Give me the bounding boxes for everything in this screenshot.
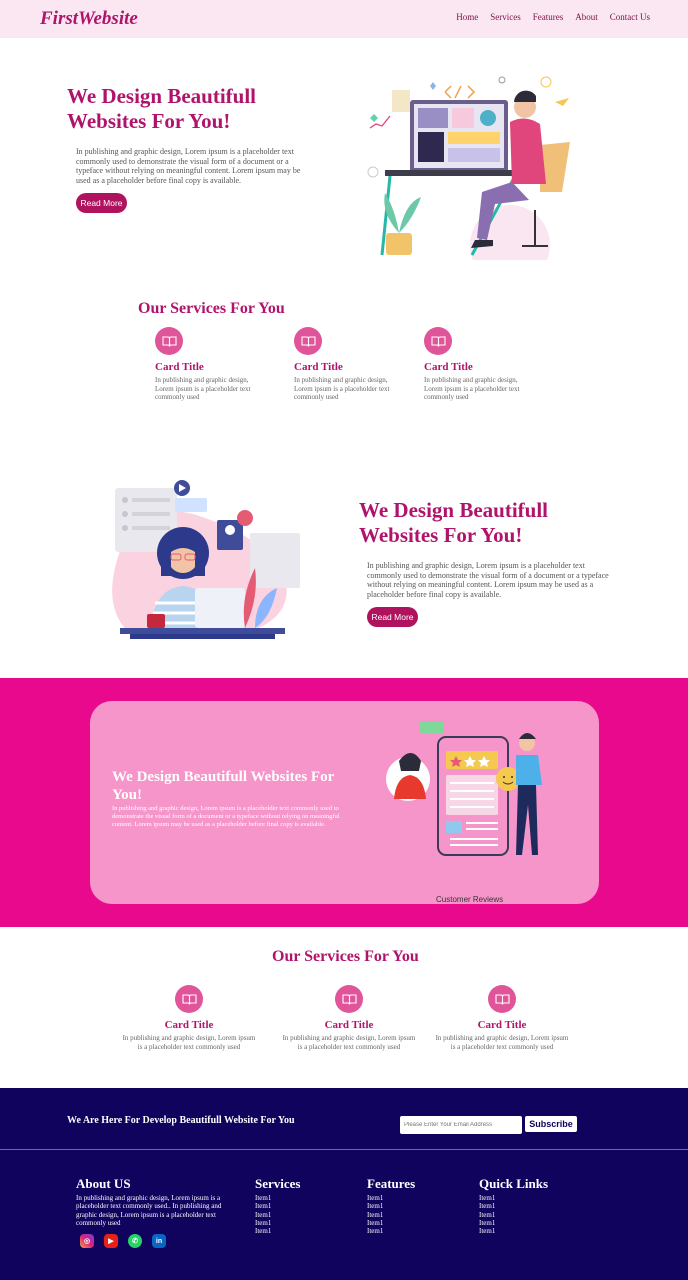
subscribe-band: We Are Here For Develop Beautifull Websi…	[0, 1088, 688, 1149]
footer-link[interactable]: Item1	[479, 1219, 548, 1227]
service-card: Card Title In publishing and graphic des…	[282, 985, 416, 1051]
card-title: Card Title	[164, 1019, 214, 1031]
hero-title: We Design Beautifull Websites For You!	[67, 84, 257, 133]
footer-features-title: Features	[367, 1176, 416, 1191]
card-text: In publishing and graphic design, Lorem …	[435, 1034, 569, 1051]
nav-features[interactable]: Features	[533, 12, 564, 22]
footer-link[interactable]: Item1	[367, 1202, 415, 1210]
subscribe-heading: We Are Here For Develop Beautifull Websi…	[67, 1115, 295, 1126]
footer-features: Features Item1 Item1 Item1 Item1 Item1	[367, 1176, 415, 1235]
card-text: In publishing and graphic design, Lorem …	[294, 376, 390, 401]
instagram-icon[interactable]: ◎	[80, 1234, 94, 1248]
footer: About US In publishing and graphic desig…	[0, 1149, 688, 1280]
whatsapp-icon[interactable]: ✆	[128, 1234, 142, 1248]
navbar: FirstWebsite Home Services Features Abou…	[0, 0, 688, 38]
customer-reviews-illustration	[386, 721, 542, 856]
subscribe-button[interactable]: Subscribe	[525, 1116, 577, 1132]
reviews-text: In publishing and graphic design, Lorem …	[112, 805, 340, 828]
reviews-title: We Design Beautifull Websites For You!	[112, 769, 334, 803]
card-text: In publishing and graphic design, Lorem …	[424, 376, 520, 401]
hero2-title: We Design Beautifull Websites For You!	[359, 498, 549, 547]
reviews-caption: Customer Reviews	[436, 895, 504, 904]
nav-services[interactable]: Services	[490, 12, 521, 22]
hero2-text: In publishing and graphic design, Lorem …	[367, 561, 609, 599]
footer-link[interactable]: Item1	[367, 1219, 415, 1227]
footer-link[interactable]: Item1	[255, 1194, 300, 1202]
book-icon	[175, 985, 203, 1013]
service-card: Card Title In publishing and graphic des…	[122, 985, 256, 1051]
footer-about: About US In publishing and graphic desig…	[76, 1176, 236, 1227]
book-icon	[294, 327, 322, 355]
card-text: In publishing and graphic design, Lorem …	[155, 376, 251, 401]
card-text: In publishing and graphic design, Lorem …	[122, 1034, 256, 1051]
footer-services-title: Services	[255, 1176, 301, 1191]
hero-text: In publishing and graphic design, Lorem …	[76, 147, 301, 185]
footer-link[interactable]: Item1	[255, 1202, 300, 1210]
services2-title: Our Services For You	[272, 948, 419, 965]
footer-link[interactable]: Item1	[255, 1211, 300, 1219]
footer-link[interactable]: Item1	[479, 1202, 548, 1210]
card-title: Card Title	[477, 1019, 527, 1031]
footer-link[interactable]: Item1	[367, 1227, 415, 1235]
footer-quick-links: Quick Links Item1 Item1 Item1 Item1 Item…	[479, 1176, 548, 1235]
footer-link[interactable]: Item1	[255, 1227, 300, 1235]
designer-illustration	[367, 76, 570, 260]
footer-link[interactable]: Item1	[479, 1227, 548, 1235]
book-icon	[335, 985, 363, 1013]
service-card: Card Title In publishing and graphic des…	[435, 985, 569, 1051]
footer-link[interactable]: Item1	[367, 1194, 415, 1202]
nav-home[interactable]: Home	[456, 12, 478, 22]
linkedin-icon[interactable]: in	[152, 1234, 166, 1248]
nav-contact[interactable]: Contact Us	[610, 12, 650, 22]
footer-services: Services Item1 Item1 Item1 Item1 Item1	[255, 1176, 300, 1235]
book-icon	[424, 327, 452, 355]
footer-quick-title: Quick Links	[479, 1176, 549, 1191]
card-title: Card Title	[424, 361, 473, 373]
footer-link[interactable]: Item1	[479, 1194, 548, 1202]
card-title: Card Title	[324, 1019, 374, 1031]
read-more-button[interactable]: Read More	[76, 193, 127, 213]
nav-about[interactable]: About	[575, 12, 598, 22]
footer-link[interactable]: Item1	[367, 1211, 415, 1219]
laptop-girl-illustration	[112, 480, 300, 639]
services-title: Our Services For You	[138, 300, 285, 317]
service-card: Card Title In publishing and graphic des…	[424, 327, 534, 402]
nav-links: Home Services Features About Contact Us	[456, 12, 650, 22]
read-more-button-2[interactable]: Read More	[367, 607, 418, 627]
card-title: Card Title	[155, 361, 204, 373]
footer-link[interactable]: Item1	[255, 1219, 300, 1227]
book-icon	[155, 327, 183, 355]
reviews-card: We Design Beautifull Websites For You! I…	[90, 701, 599, 904]
social-links: ◎ ▶ ✆ in	[80, 1234, 166, 1248]
email-input[interactable]	[400, 1116, 522, 1134]
card-title: Card Title	[294, 361, 343, 373]
footer-link[interactable]: Item1	[479, 1211, 548, 1219]
brand-logo[interactable]: FirstWebsite	[40, 8, 138, 30]
footer-about-title: About US	[76, 1176, 131, 1191]
book-icon	[488, 985, 516, 1013]
reviews-band: We Design Beautifull Websites For You! I…	[0, 678, 688, 927]
card-text: In publishing and graphic design, Lorem …	[282, 1034, 416, 1051]
youtube-icon[interactable]: ▶	[104, 1234, 118, 1248]
service-card: Card Title In publishing and graphic des…	[155, 327, 265, 402]
service-card: Card Title In publishing and graphic des…	[294, 327, 404, 402]
footer-about-text: In publishing and graphic design, Lorem …	[76, 1194, 222, 1227]
